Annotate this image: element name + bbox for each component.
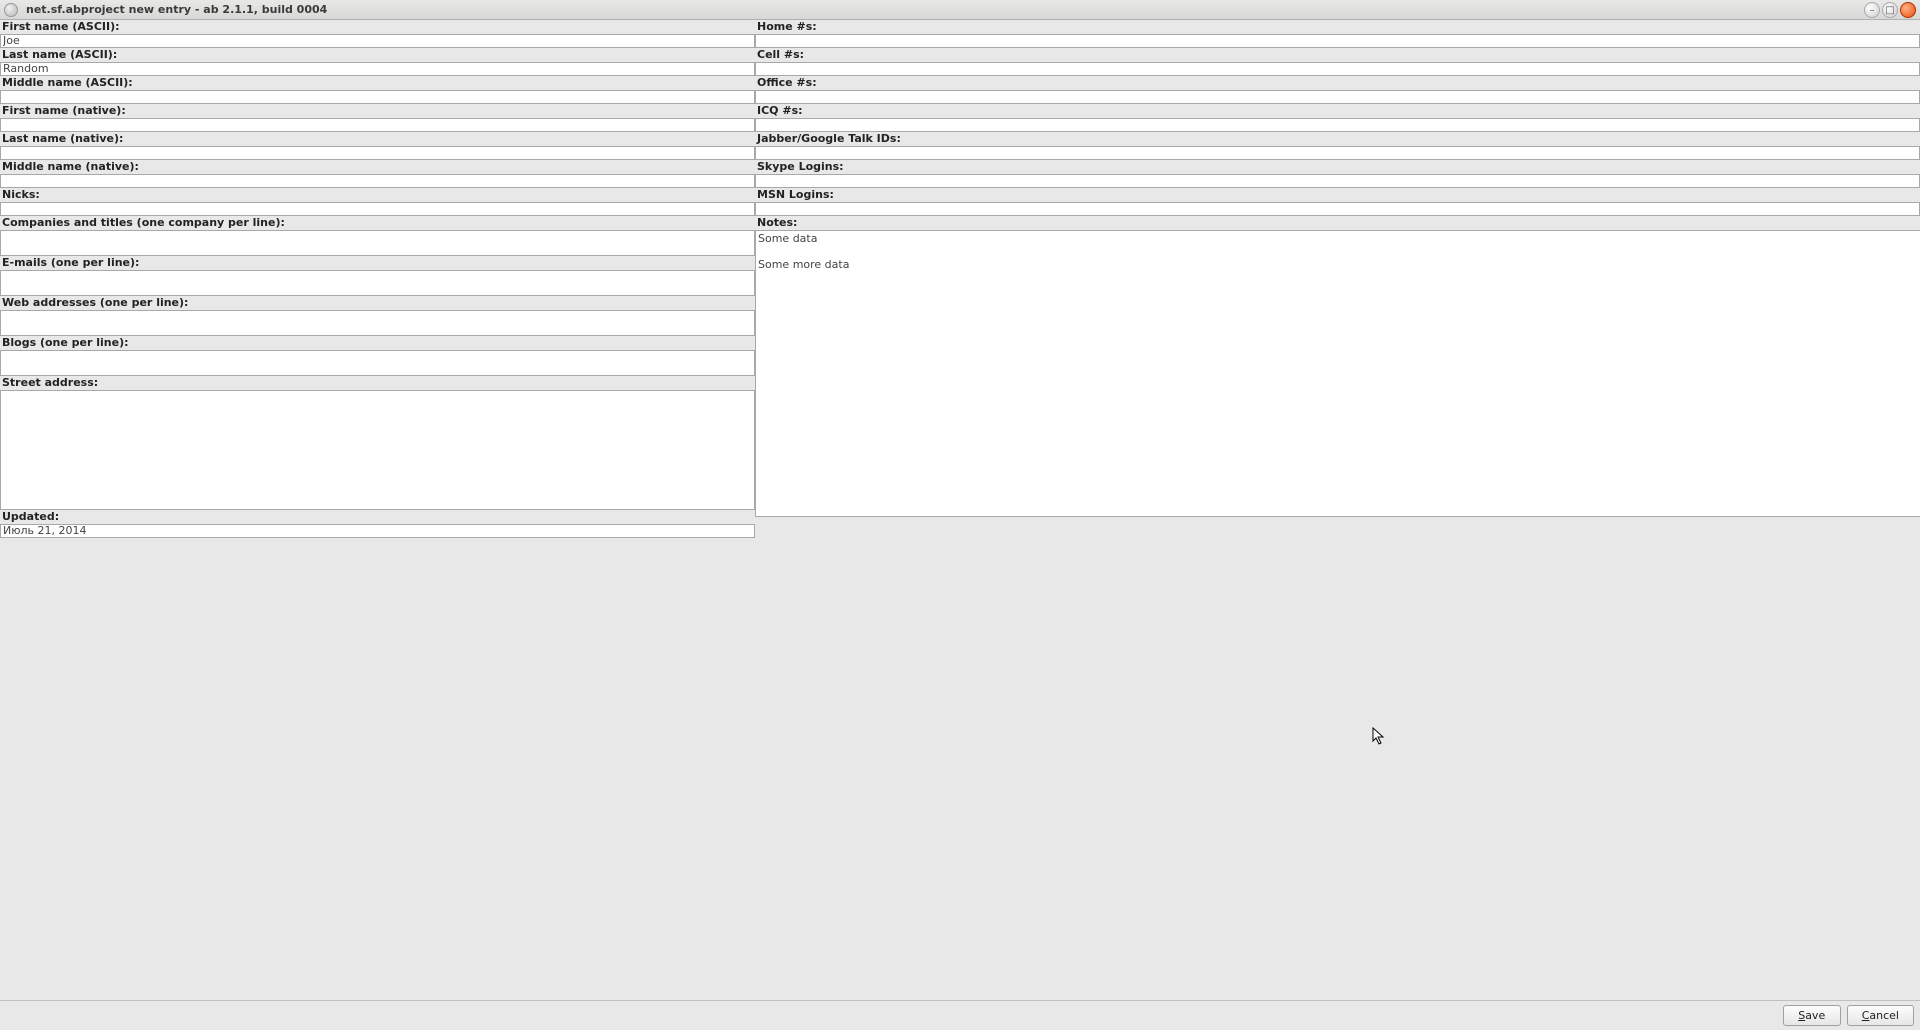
- last-name-native-field[interactable]: [0, 146, 755, 160]
- nicks-field[interactable]: [0, 202, 755, 216]
- button-bar: Save Cancel: [0, 1000, 1920, 1030]
- label-icq: ICQ #s:: [755, 104, 1920, 118]
- label-first-name-native: First name (native):: [0, 104, 755, 118]
- label-last-name-native: Last name (native):: [0, 132, 755, 146]
- notes-field[interactable]: [755, 230, 1920, 517]
- form-area: First name (ASCII): Last name (ASCII): M…: [0, 20, 1920, 538]
- middle-name-ascii-field[interactable]: [0, 90, 755, 104]
- label-middle-name-native: Middle name (native):: [0, 160, 755, 174]
- label-home: Home #s:: [755, 20, 1920, 34]
- label-notes: Notes:: [755, 216, 1920, 230]
- label-web: Web addresses (one per line):: [0, 296, 755, 310]
- label-nicks: Nicks:: [0, 188, 755, 202]
- icq-field[interactable]: [755, 118, 1920, 132]
- label-companies: Companies and titles (one company per li…: [0, 216, 755, 230]
- save-button-rest: ave: [1805, 1009, 1825, 1022]
- msn-field[interactable]: [755, 202, 1920, 216]
- updated-field[interactable]: [0, 524, 755, 538]
- blogs-field[interactable]: [0, 350, 755, 376]
- jabber-field[interactable]: [755, 146, 1920, 160]
- middle-name-native-field[interactable]: [0, 174, 755, 188]
- save-button[interactable]: Save: [1783, 1005, 1841, 1026]
- right-column: Home #s: Cell #s: Office #s: ICQ #s: Jab…: [755, 20, 1920, 538]
- left-column: First name (ASCII): Last name (ASCII): M…: [0, 20, 755, 538]
- first-name-native-field[interactable]: [0, 118, 755, 132]
- mouse-cursor-icon: [1372, 727, 1386, 747]
- label-first-name-ascii: First name (ASCII):: [0, 20, 755, 34]
- label-jabber: Jabber/Google Talk IDs:: [755, 132, 1920, 146]
- office-field[interactable]: [755, 90, 1920, 104]
- label-street: Street address:: [0, 376, 755, 390]
- label-msn: MSN Logins:: [755, 188, 1920, 202]
- street-field[interactable]: [0, 390, 755, 510]
- cancel-button[interactable]: Cancel: [1847, 1005, 1914, 1026]
- emails-field[interactable]: [0, 270, 755, 296]
- titlebar: net.sf.abproject new entry - ab 2.1.1, b…: [0, 0, 1920, 20]
- label-office: Office #s:: [755, 76, 1920, 90]
- minimize-icon[interactable]: –: [1864, 2, 1880, 18]
- label-cell: Cell #s:: [755, 48, 1920, 62]
- first-name-ascii-field[interactable]: [0, 34, 755, 48]
- label-middle-name-ascii: Middle name (ASCII):: [0, 76, 755, 90]
- app-icon: [4, 3, 18, 17]
- maximize-icon[interactable]: □: [1882, 2, 1898, 18]
- companies-field[interactable]: [0, 230, 755, 256]
- cancel-button-rest: ancel: [1869, 1009, 1899, 1022]
- web-field[interactable]: [0, 310, 755, 336]
- label-last-name-ascii: Last name (ASCII):: [0, 48, 755, 62]
- label-blogs: Blogs (one per line):: [0, 336, 755, 350]
- cell-field[interactable]: [755, 62, 1920, 76]
- label-skype: Skype Logins:: [755, 160, 1920, 174]
- close-icon[interactable]: [1900, 2, 1916, 18]
- label-updated: Updated:: [0, 510, 755, 524]
- last-name-ascii-field[interactable]: [0, 62, 755, 76]
- window-title: net.sf.abproject new entry - ab 2.1.1, b…: [26, 3, 327, 16]
- label-emails: E-mails (one per line):: [0, 256, 755, 270]
- window-controls: – □: [1864, 2, 1916, 18]
- skype-field[interactable]: [755, 174, 1920, 188]
- home-field[interactable]: [755, 34, 1920, 48]
